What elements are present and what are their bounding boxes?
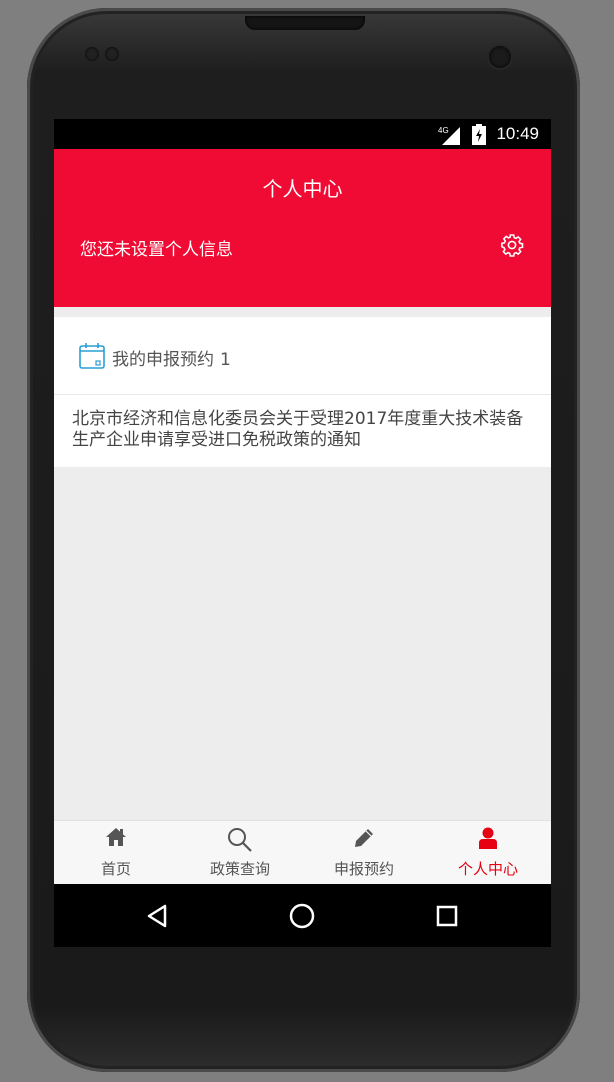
appointment-item[interactable]: 北京市经济和信息化委员会关于受理2017年度重大技术装备生产企业申请享受进口免税… [72,409,534,451]
app-screen: 4G 10:49 个人中心 您还未设置个人信息 我的申报预约 1 北京市经济和信… [54,119,551,947]
signal-icon: 4G [438,126,460,145]
tab-appointments-label: 申报预约 [333,860,394,878]
tab-home[interactable]: 首页 [54,821,178,885]
light-sensor [105,47,119,61]
profile-header: 个人中心 您还未设置个人信息 [54,149,551,307]
proximity-sensor [85,47,99,61]
user-icon [479,827,497,849]
home-icon [106,828,126,846]
bottom-tab-bar: 首页 政策查询 申报预约 个人中心 [54,820,551,885]
tab-policy-search-label: 政策查询 [209,860,270,878]
earpiece-speaker [245,16,365,30]
appointments-count: 1 [220,350,231,370]
page-title: 个人中心 [262,177,343,201]
calendar-icon [79,343,105,369]
tab-policy-search[interactable]: 政策查询 [178,821,302,885]
status-time: 10:49 [496,124,539,143]
back-icon[interactable] [141,900,173,932]
tab-appointments[interactable]: 申报预约 [302,821,426,885]
home-button-icon[interactable] [286,900,318,932]
tab-profile-label: 个人中心 [457,860,518,878]
my-appointments-label: 我的申报预约 1 [112,345,231,370]
gear-icon[interactable] [500,233,524,257]
recents-icon[interactable] [431,900,463,932]
appointments-card: 我的申报预约 1 北京市经济和信息化委员会关于受理2017年度重大技术装备生产企业… [54,317,551,467]
profile-info-text[interactable]: 您还未设置个人信息 [80,235,233,260]
tab-home-label: 首页 [100,860,131,878]
android-nav-bar [54,884,551,947]
pencil-icon [355,829,373,847]
status-bar: 4G 10:49 [54,119,551,149]
battery-icon [472,124,486,145]
tab-profile[interactable]: 个人中心 [426,821,550,885]
appointments-title: 我的申报预约 [112,350,214,370]
front-camera [489,46,511,68]
my-appointments-header[interactable]: 我的申报预约 1 [54,317,551,395]
network-type: 4G [438,126,449,135]
search-icon [228,828,252,852]
